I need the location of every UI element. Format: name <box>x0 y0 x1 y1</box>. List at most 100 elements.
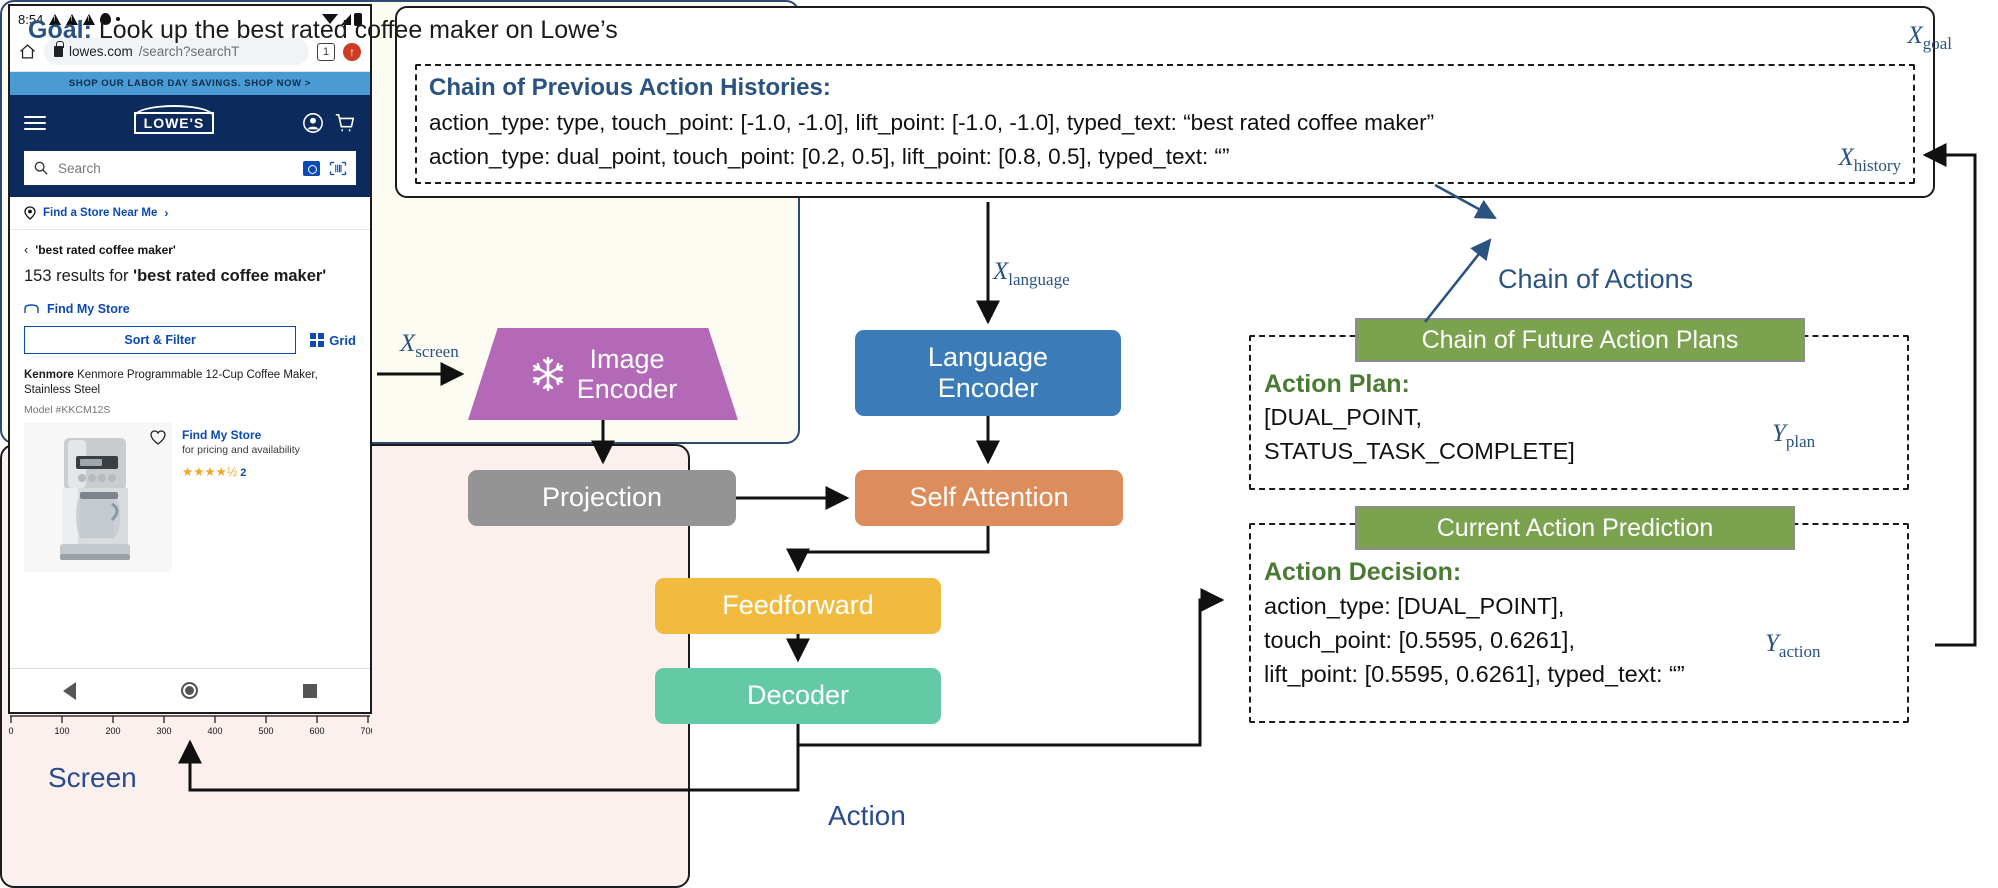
projection-node: Projection <box>468 470 736 526</box>
product-body: Find My Store for pricing and availabili… <box>24 422 356 573</box>
history-line-1: action_type: type, touch_point: [-1.0, -… <box>429 110 1435 135</box>
home-icon[interactable] <box>19 43 36 60</box>
y-action-symbol: Y <box>1765 630 1779 657</box>
y-plan-symbol: Y <box>1772 420 1786 447</box>
x-language-symbol: X <box>993 258 1009 285</box>
search-input[interactable]: Search <box>24 151 356 185</box>
find-my-store-label: Find My Store <box>47 302 130 316</box>
x-screen-symbol: X <box>400 330 416 357</box>
image-encoder-label-line2: Encoder <box>576 374 678 404</box>
self-attention-node: Self Attention <box>855 470 1123 526</box>
image-encoder-trapezoid: Image Encoder <box>468 328 738 420</box>
ruler-tick: 300 <box>156 726 171 736</box>
lowes-logo: LOWE'S <box>133 105 215 134</box>
chevron-left-icon[interactable]: ‹ <box>24 242 28 257</box>
find-my-store-row[interactable]: Find My Store <box>10 298 370 326</box>
x-goal-symbol: X <box>1907 22 1923 49</box>
y-action-variable: Yaction <box>1765 630 1820 662</box>
ruler-tick: 600 <box>309 726 324 736</box>
search-query-breadcrumb[interactable]: ‹ 'best rated coffee maker' <box>10 230 370 261</box>
action-plan-line-2: STATUS_TASK_COMPLETE] <box>1264 438 1575 464</box>
search-placeholder: Search <box>58 160 101 176</box>
x-screen-variable: Xscreen <box>400 330 459 362</box>
product-rating: ★★★★½ 2 <box>182 464 300 479</box>
image-encoder-label-line1: Image <box>589 343 665 374</box>
product-card[interactable]: Kenmore Kenmore Programmable 12-Cup Coff… <box>10 364 370 573</box>
nav-back-icon[interactable] <box>62 681 76 700</box>
chevron-right-icon: › <box>164 206 169 220</box>
results-count-line: 153 results for 'best rated coffee maker… <box>10 261 370 298</box>
lowes-search-area: Search <box>10 151 370 197</box>
favorite-heart-icon[interactable] <box>150 430 166 446</box>
language-encoder-label-line1: Language <box>927 341 1049 372</box>
product-find-my-store[interactable]: Find My Store <box>182 428 300 442</box>
account-icon[interactable] <box>302 112 324 134</box>
goal-text: Look up the best rated coffee maker on L… <box>91 16 618 44</box>
ruler-tick: 400 <box>207 726 222 736</box>
star-icon: ★★★★½ <box>182 465 238 480</box>
action-plan-line-1: [DUAL_POINT, <box>1264 404 1423 430</box>
action-decision-line-3: lift_point: [0.5595, 0.6261], typed_text… <box>1264 661 1685 687</box>
image-encoder-node: Image Encoder <box>468 328 738 420</box>
sort-and-filter-button[interactable]: Sort & Filter <box>24 326 297 354</box>
history-title: Chain of Previous Action Histories: <box>429 74 831 101</box>
product-title: Kenmore Kenmore Programmable 12-Cup Coff… <box>24 368 356 398</box>
nav-recents-icon[interactable] <box>303 683 318 698</box>
product-brand: Kenmore <box>24 369 74 381</box>
action-decision-heading: Action Decision: <box>1264 558 1462 586</box>
results-count-prefix: 153 results for <box>24 267 134 285</box>
x-language-variable: Xlanguage <box>993 258 1070 290</box>
x-history-variable: Xhistory <box>1838 144 1901 176</box>
decoder-node: Decoder <box>655 668 941 724</box>
x-history-symbol: X <box>1838 144 1854 171</box>
lock-icon <box>54 41 64 57</box>
find-a-store-near-me-row[interactable]: Find a Store Near Me › <box>10 197 370 230</box>
review-count: 2 <box>240 467 247 480</box>
x-goal-subscript: goal <box>1922 34 1952 53</box>
pixel-ruler-axis: 0 100 200 300 400 500 600 700 <box>8 715 372 736</box>
hamburger-menu-icon[interactable] <box>24 115 46 131</box>
ruler-tick: 500 <box>258 726 273 736</box>
feedforward-node: Feedforward <box>655 578 941 634</box>
product-pricing-block: Find My Store for pricing and availabili… <box>182 422 300 572</box>
snowflake-icon <box>532 356 563 392</box>
tab-count-button[interactable]: 1 <box>317 42 335 61</box>
download-indicator-icon[interactable]: ↑ <box>343 42 361 61</box>
url-path: /search?searchT <box>138 44 240 59</box>
action-decision-dashed-box <box>1249 523 1909 723</box>
barcode-scan-icon[interactable] <box>329 161 347 176</box>
arrow-plans-to-chain-of-actions <box>1423 238 1492 323</box>
y-action-subscript: action <box>1778 642 1821 661</box>
results-count-query: 'best rated coffee maker' <box>133 267 327 285</box>
grid-label: Grid <box>329 332 356 348</box>
history-line-2: action_type: dual_point, touch_point: [0… <box>429 144 1230 169</box>
android-system-nav <box>10 668 370 712</box>
ruler-tick: 100 <box>54 726 69 736</box>
promo-banner[interactable]: SHOP OUR LABOR DAY SAVINGS. SHOP NOW > <box>10 72 370 95</box>
coffee-maker-illustration <box>60 438 130 561</box>
ruler-tick: 700 <box>360 726 372 736</box>
x-screen-subscript: screen <box>415 342 459 361</box>
cart-icon[interactable] <box>334 112 356 134</box>
action-decision-line-1: action_type: [DUAL_POINT], <box>1264 593 1565 619</box>
language-encoder-label-line2: Encoder <box>937 373 1039 403</box>
action-decision-line-2: touch_point: [0.5595, 0.6261], <box>1264 627 1575 653</box>
store-hut-icon <box>24 304 39 313</box>
grid-view-button[interactable]: Grid <box>310 333 356 348</box>
goal-line: Goal: Look up the best rated coffee make… <box>28 16 618 45</box>
product-image <box>24 422 172 573</box>
camera-search-icon[interactable] <box>303 160 320 176</box>
find-a-store-near-me-label: Find a Store Near Me <box>43 207 158 219</box>
x-language-subscript: language <box>1008 270 1070 289</box>
ruler-tick: 200 <box>105 726 120 736</box>
lowes-top-nav: LOWE'S <box>10 95 370 151</box>
url-host: lowes.com <box>69 44 133 59</box>
language-encoder-node: Language Encoder <box>855 330 1121 416</box>
filter-toolbar: Sort & Filter Grid <box>10 326 370 364</box>
history-dashed-box: Chain of Previous Action Histories: acti… <box>415 64 1915 184</box>
action-plan-heading: Action Plan: <box>1264 370 1410 398</box>
y-plan-subscript: plan <box>1785 432 1816 451</box>
ruler-tick: 0 <box>8 726 13 736</box>
nav-home-icon[interactable] <box>180 682 198 699</box>
x-goal-variable: Xgoal <box>1907 22 1952 54</box>
